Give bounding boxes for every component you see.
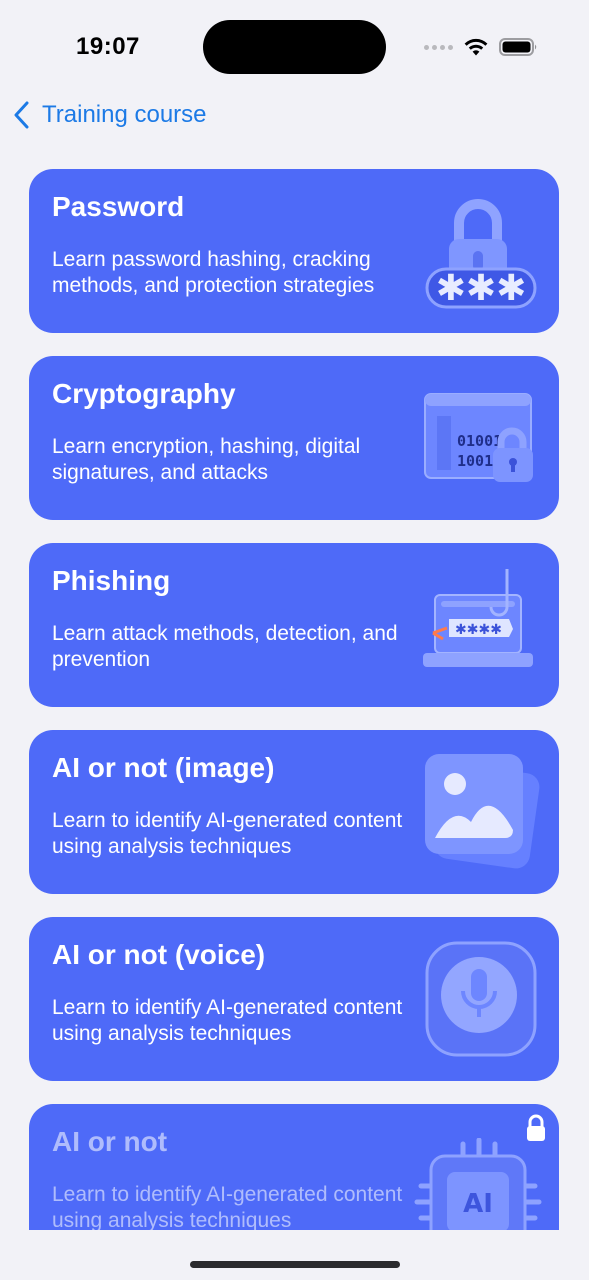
ai-chip-icon: AI (414, 1138, 542, 1230)
chevron-left-icon (14, 101, 29, 129)
password-lock-icon: ✱✱✱ (425, 199, 537, 309)
svg-text:01001: 01001 (457, 432, 502, 450)
course-card-ai-voice[interactable]: AI or not (voice) Learn to identify AI-g… (29, 917, 559, 1081)
course-description: Learn encryption, hashing, digital signa… (52, 435, 361, 484)
course-title: Phishing (52, 565, 171, 596)
image-gallery-icon (425, 754, 540, 869)
svg-text:✱✱✱✱: ✱✱✱✱ (455, 622, 502, 638)
course-description: Learn to identify AI-generated content u… (52, 809, 403, 858)
microphone-icon (425, 941, 537, 1057)
svg-text:AI: AI (463, 1189, 493, 1219)
course-card-phishing[interactable]: Phishing Learn attack methods, detection… (29, 543, 559, 707)
course-card-ai-locked[interactable]: AI or not Learn to identify AI-generated… (29, 1104, 559, 1230)
course-card-ai-image[interactable]: AI or not (image) Learn to identify AI-g… (29, 730, 559, 894)
svg-text:1001: 1001 (457, 452, 493, 470)
course-title: AI or not (image) (52, 752, 275, 783)
course-card-cryptography[interactable]: Cryptography Learn encryption, hashing, … (29, 356, 559, 520)
course-title: Password (52, 191, 185, 222)
wifi-icon (464, 38, 488, 56)
battery-icon (499, 38, 537, 56)
phishing-laptop-hook-icon: ✱✱✱✱ (423, 569, 533, 667)
course-title: AI or not (voice) (52, 939, 266, 970)
back-button[interactable]: Training course (12, 98, 207, 132)
course-title: AI or not (52, 1126, 168, 1157)
course-list[interactable]: Password Learn password hashing, crackin… (29, 169, 559, 1230)
svg-text:✱✱✱: ✱✱✱ (436, 268, 527, 309)
cryptography-binary-lock-icon: 01001 1001 (424, 393, 533, 482)
back-button-label: Training course (42, 101, 207, 128)
course-description: Learn to identify AI-generated content u… (52, 1183, 403, 1230)
status-icons (424, 36, 539, 58)
course-description: Learn attack methods, detection, and pre… (52, 622, 398, 671)
course-description: Learn to identify AI-generated content u… (52, 996, 403, 1045)
status-time: 19:07 (76, 33, 140, 60)
course-card-password[interactable]: Password Learn password hashing, crackin… (29, 169, 559, 333)
cellular-signal-icon (424, 44, 453, 50)
home-indicator[interactable] (190, 1261, 400, 1268)
status-bar: 19:07 (0, 0, 589, 96)
course-title: Cryptography (52, 378, 236, 409)
dynamic-island (203, 20, 386, 74)
screen: 19:07 Training course Password Learn pas… (0, 0, 589, 1280)
course-description: Learn password hashing, cracking methods… (52, 248, 375, 297)
